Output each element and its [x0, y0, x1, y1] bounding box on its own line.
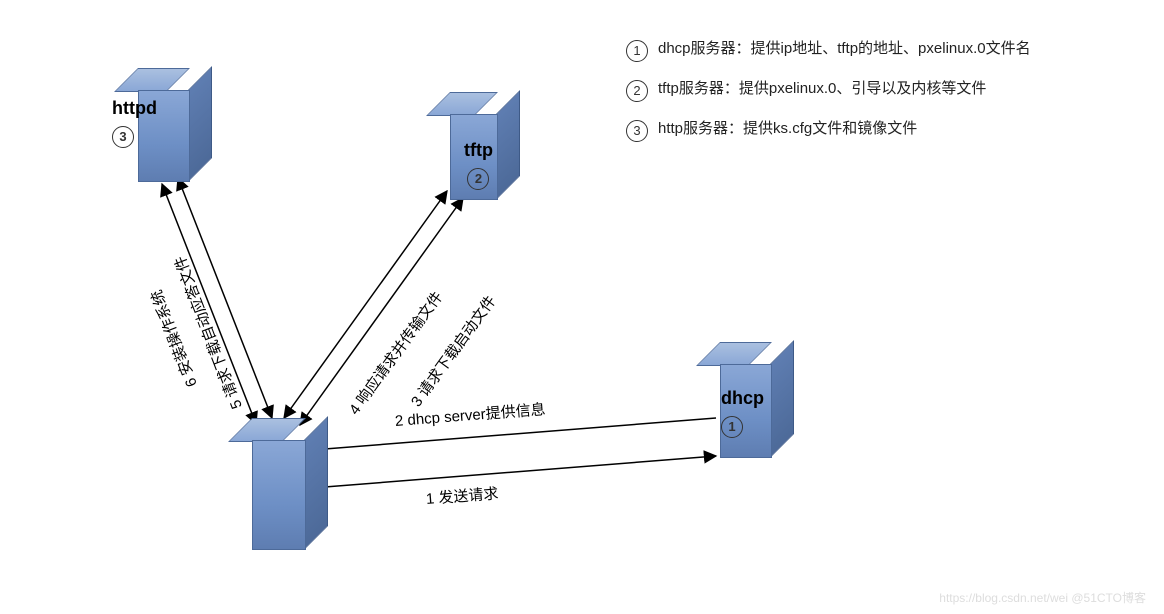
node-dhcp-label: dhcp 1: [721, 388, 764, 438]
legend-text-3: http服务器：提供ks.cfg文件和镜像文件: [658, 118, 1146, 141]
legend-item-3: 3 http服务器：提供ks.cfg文件和镜像文件: [626, 118, 1146, 142]
diagram-canvas: httpd 3 tftp 2 dhcp 1 1 发送请求 2 dhcp serv…: [0, 0, 1164, 614]
dhcp-circled: 1: [721, 416, 743, 438]
httpd-circled: 3: [112, 126, 134, 148]
legend-item-2: 2 tftp服务器：提供pxelinux.0、引导以及内核等文件: [626, 78, 1146, 102]
watermark: https://blog.csdn.net/wei @51CTO博客: [939, 589, 1146, 606]
node-httpd-label: httpd 3: [112, 98, 157, 148]
tftp-circled: 2: [467, 168, 489, 190]
tftp-text: tftp: [464, 140, 493, 160]
legend: 1 dhcp服务器：提供ip地址、tftp的地址、pxelinux.0文件名 2…: [626, 38, 1146, 158]
legend-num-1: 1: [626, 40, 648, 62]
dhcp-text: dhcp: [721, 388, 764, 408]
node-tftp-label: tftp 2: [464, 140, 493, 190]
legend-text-1: dhcp服务器：提供ip地址、tftp的地址、pxelinux.0文件名: [658, 38, 1146, 61]
httpd-text: httpd: [112, 98, 157, 118]
legend-num-3: 3: [626, 120, 648, 142]
legend-item-1: 1 dhcp服务器：提供ip地址、tftp的地址、pxelinux.0文件名: [626, 38, 1146, 62]
legend-num-2: 2: [626, 80, 648, 102]
legend-text-2: tftp服务器：提供pxelinux.0、引导以及内核等文件: [658, 78, 1146, 101]
